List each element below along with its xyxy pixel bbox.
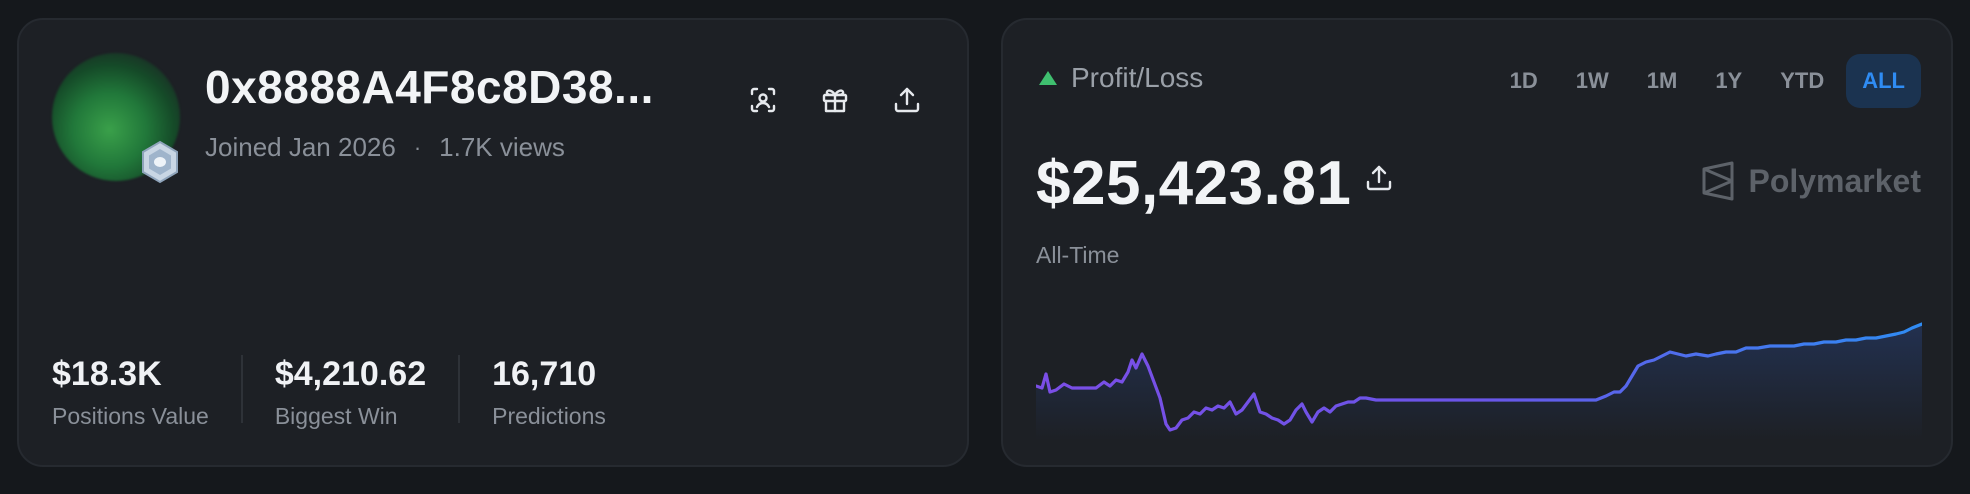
tab-1d[interactable]: 1D xyxy=(1494,54,1554,108)
tab-ytd[interactable]: YTD xyxy=(1764,54,1840,108)
tab-1m[interactable]: 1M xyxy=(1631,54,1694,108)
verification-badge-icon xyxy=(140,140,180,184)
pnl-amount: $25,423.81 xyxy=(1036,149,1352,218)
joined-date: Joined Jan 2026 xyxy=(205,132,396,162)
view-count: 1.7K views xyxy=(439,132,565,162)
share-profile-button[interactable] xyxy=(885,78,929,122)
tab-1y[interactable]: 1Y xyxy=(1699,54,1758,108)
profile-meta: Joined Jan 2026 · 1.7K views xyxy=(205,132,565,163)
polymarket-logo-icon xyxy=(1702,161,1734,201)
share-icon xyxy=(1366,165,1392,191)
meta-separator: · xyxy=(413,134,422,160)
stat-value: $18.3K xyxy=(52,355,162,393)
pnl-header: Profit/Loss xyxy=(1039,62,1203,94)
tab-all[interactable]: ALL xyxy=(1846,54,1921,108)
profile-card: 0x8888A4F8c8D38... Joined Jan 2026 · 1.7… xyxy=(17,18,969,467)
stat-biggest-win: $4,210.62 Biggest Win xyxy=(274,355,461,429)
profit-loss-card: Profit/Loss 1D 1W 1M 1Y YTD ALL $25,423.… xyxy=(1001,18,1953,467)
stat-label: Positions Value xyxy=(52,403,209,429)
gift-icon xyxy=(822,89,848,113)
polymarket-logo: Polymarket xyxy=(1700,161,1921,201)
profile-stats: $18.3K Positions Value $4,210.62 Biggest… xyxy=(52,355,670,429)
pnl-title: Profit/Loss xyxy=(1071,62,1204,93)
tab-1w[interactable]: 1W xyxy=(1560,54,1625,108)
pnl-line-chart xyxy=(1036,322,1922,440)
stat-positions-value: $18.3K Positions Value xyxy=(52,355,243,429)
stat-value: 16,710 xyxy=(492,355,597,393)
time-range-tabs: 1D 1W 1M 1Y YTD ALL xyxy=(1488,54,1921,108)
username: 0x8888A4F8c8D38... xyxy=(205,61,654,113)
stat-predictions: 16,710 Predictions xyxy=(492,355,638,429)
brand-name: Polymarket xyxy=(1748,162,1921,199)
trend-up-icon xyxy=(1039,71,1057,85)
stat-label: Predictions xyxy=(492,403,606,429)
share-pnl-button[interactable] xyxy=(1363,162,1399,198)
scan-face-icon xyxy=(750,87,776,113)
stat-value: $4,210.62 xyxy=(274,355,427,393)
gift-button[interactable] xyxy=(813,78,857,122)
chart-area-fill xyxy=(1036,324,1922,440)
scan-face-button[interactable] xyxy=(741,78,785,122)
stat-label: Biggest Win xyxy=(274,403,398,429)
share-icon xyxy=(894,87,920,113)
period-label: All-Time xyxy=(1036,242,1120,268)
